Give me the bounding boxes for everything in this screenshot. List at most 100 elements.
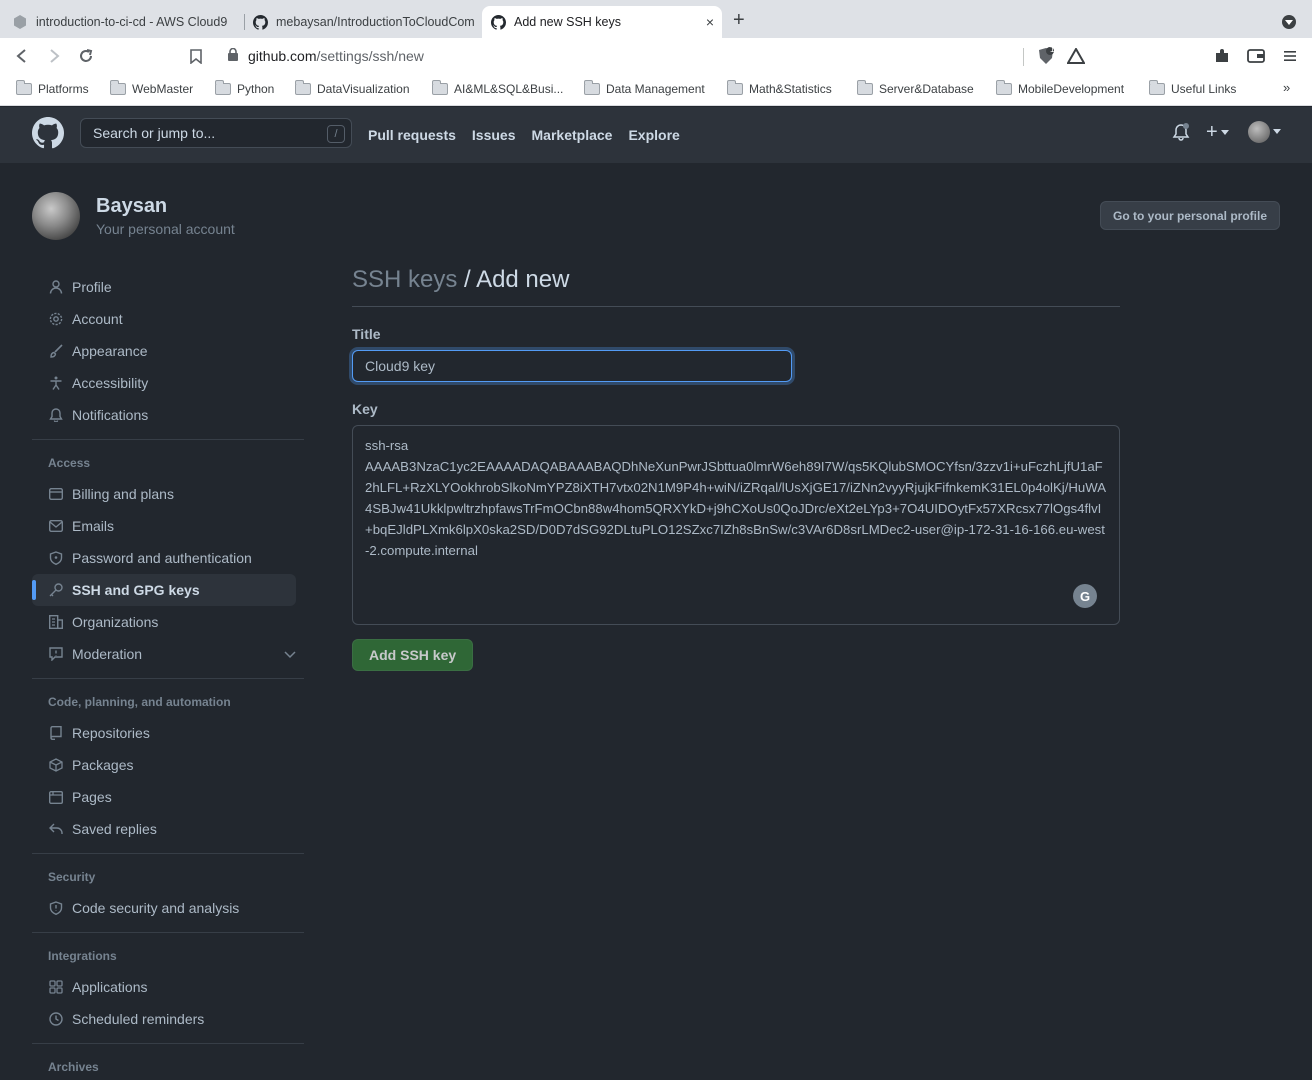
sidebar-item-accessibility[interactable]: Accessibility [32, 367, 304, 399]
breadcrumb-ssh-keys[interactable]: SSH keys [352, 266, 457, 293]
bookmark-label: AI&ML&SQL&Busi... [454, 82, 564, 96]
bookmark-folder[interactable]: Python [215, 80, 274, 96]
folder-icon [857, 80, 873, 95]
sidebar-item-profile[interactable]: Profile [32, 271, 304, 303]
sidebar-item-label: SSH and GPG keys [72, 582, 200, 598]
folder-icon [16, 80, 32, 95]
accessibility-icon [48, 375, 64, 391]
sidebar-item-packages[interactable]: Packages [32, 749, 304, 781]
sidebar-item-label: Account [72, 311, 123, 327]
sidebar-item-emails[interactable]: Emails [32, 510, 304, 542]
page-title: SSH keys / Add new [352, 266, 1120, 307]
sidebar-divider [32, 439, 304, 440]
gear-icon [48, 311, 64, 327]
tab-search-icon[interactable] [1282, 15, 1296, 29]
browser-tab-cloud9[interactable]: introduction-to-ci-cd - AWS Cloud9 [12, 6, 244, 38]
sidebar-item-moderation[interactable]: Moderation [32, 638, 304, 670]
folder-icon [996, 80, 1012, 95]
bell-icon [48, 407, 64, 423]
notifications-bell-icon[interactable] [1172, 123, 1190, 141]
sidebar-item-password[interactable]: Password and authentication [32, 542, 304, 574]
url-host: github.com [248, 48, 317, 64]
sidebar-item-pages[interactable]: Pages [32, 781, 304, 813]
sidebar-item-label: Scheduled reminders [72, 1011, 205, 1027]
sidebar-item-applications[interactable]: Applications [32, 971, 304, 1003]
new-tab-button[interactable]: + [733, 10, 745, 30]
title-input[interactable] [352, 350, 792, 382]
sidebar-item-label: Applications [72, 979, 148, 995]
create-new-dropdown[interactable]: + [1206, 121, 1229, 144]
account-name: Baysan [96, 195, 168, 217]
sidebar-item-label: Pages [72, 789, 112, 805]
sidebar-item-label: Billing and plans [72, 486, 174, 502]
grammarly-icon[interactable]: G [1073, 584, 1097, 608]
close-tab-icon[interactable]: × [706, 14, 714, 30]
bookmark-folder[interactable]: MobileDevelopment [996, 80, 1125, 96]
sidebar-item-billing[interactable]: Billing and plans [32, 478, 304, 510]
github-header: / Pull requests Issues Marketplace Explo… [0, 107, 1312, 163]
sidebar-item-label: Appearance [72, 343, 148, 359]
sidebar-item-scheduled-reminders[interactable]: Scheduled reminders [32, 1003, 304, 1035]
bookmark-folder[interactable]: DataVisualization [295, 80, 410, 96]
bookmark-folder[interactable]: Platforms [16, 80, 89, 96]
folder-icon [215, 80, 231, 95]
bookmark-folder[interactable]: Useful Links [1149, 80, 1237, 96]
bookmark-folder[interactable]: Server&Database [857, 80, 974, 96]
sidebar-item-ssh-gpg-keys[interactable]: SSH and GPG keys [32, 574, 296, 606]
sidebar-heading-security: Security [48, 870, 96, 884]
menu-icon[interactable] [1280, 46, 1300, 66]
key-text: ssh-rsa AAAAB3NzaC1yc2EAAAADAQABAAABAQDh… [365, 438, 1106, 558]
toolbar-divider [1023, 48, 1024, 66]
header-nav: Pull requests Issues Marketplace Explore [368, 107, 680, 163]
clock-icon [48, 1011, 64, 1027]
bookmark-folder[interactable]: Math&Statistics [727, 80, 832, 96]
bookmark-folder[interactable]: WebMaster [110, 80, 193, 96]
reload-icon[interactable] [76, 46, 96, 66]
key-icon [48, 582, 64, 598]
search-input[interactable] [93, 125, 313, 141]
cloud9-hexagon-icon [12, 14, 28, 30]
nav-marketplace[interactable]: Marketplace [532, 127, 613, 143]
sidebar-item-organizations[interactable]: Organizations [32, 606, 304, 638]
address-bar[interactable]: github.com/settings/ssh/new [228, 44, 424, 68]
more-bookmarks-icon[interactable]: » [1283, 80, 1290, 95]
nav-explore[interactable]: Explore [628, 127, 679, 143]
github-logo-icon[interactable] [32, 117, 64, 149]
sidebar-item-saved-replies[interactable]: Saved replies [32, 813, 304, 845]
key-textarea[interactable]: ssh-rsa AAAAB3NzaC1yc2EAAAADAQABAAABAQDh… [352, 425, 1120, 625]
nav-issues[interactable]: Issues [472, 127, 516, 143]
reply-icon [48, 821, 64, 837]
sidebar-item-appearance[interactable]: Appearance [32, 335, 304, 367]
sidebar-item-label: Code security and analysis [72, 900, 240, 916]
user-menu-dropdown[interactable] [1248, 121, 1281, 143]
sidebar-item-account[interactable]: Account [32, 303, 304, 335]
account-subtitle: Your personal account [96, 221, 235, 237]
forward-icon[interactable] [44, 46, 64, 66]
bookmark-icon[interactable] [186, 46, 206, 66]
bookmark-label: MobileDevelopment [1018, 82, 1125, 96]
nav-pull-requests[interactable]: Pull requests [368, 127, 456, 143]
bookmark-label: Data Management [606, 82, 705, 96]
brave-shield-icon[interactable]: 1 [1036, 45, 1056, 66]
add-ssh-key-button[interactable]: Add SSH key [352, 639, 474, 671]
sidebar-item-notifications[interactable]: Notifications [32, 399, 304, 431]
repo-icon [48, 725, 64, 741]
sidebar-item-code-security[interactable]: Code security and analysis [32, 892, 304, 924]
title-label: Title [352, 326, 381, 342]
bookmark-folder[interactable]: AI&ML&SQL&Busi... [432, 80, 564, 96]
mail-icon [48, 518, 64, 534]
bookmark-label: Useful Links [1171, 82, 1237, 96]
back-icon[interactable] [12, 46, 32, 66]
bookmark-folder[interactable]: Data Management [584, 80, 705, 96]
extensions-puzzle-icon[interactable] [1212, 46, 1232, 66]
wallet-icon[interactable] [1246, 46, 1266, 66]
browser-tab-add-ssh-keys[interactable]: Add new SSH keys × [482, 6, 722, 38]
search-box[interactable]: / [80, 118, 352, 148]
sidebar-item-repositories[interactable]: Repositories [32, 717, 304, 749]
browser-tab-github-repo[interactable]: mebaysan/IntroductionToCloudCom [252, 6, 476, 38]
rewards-triangle-icon[interactable] [1066, 46, 1086, 66]
tab-divider [244, 14, 245, 30]
sidebar-item-label: Packages [72, 757, 134, 773]
breadcrumb-current: Add new [476, 266, 570, 293]
go-to-profile-button[interactable]: Go to your personal profile [1100, 201, 1280, 230]
